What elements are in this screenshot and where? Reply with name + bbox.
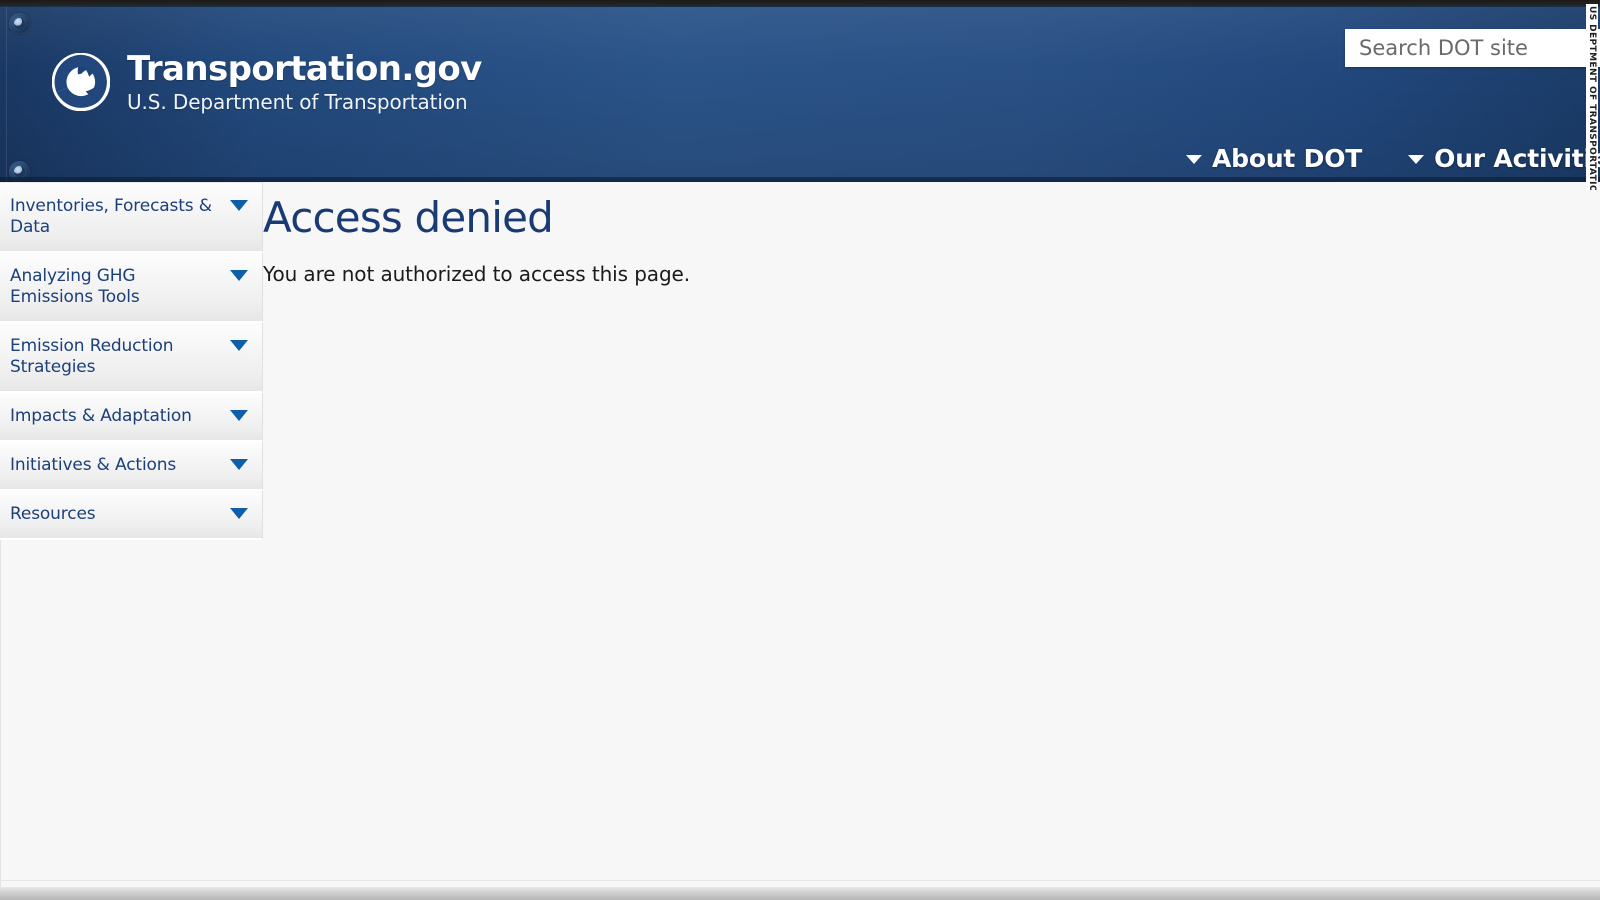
chevron-down-icon[interactable] bbox=[230, 410, 248, 421]
chevron-down-icon[interactable] bbox=[230, 459, 248, 470]
chevron-down-icon bbox=[1408, 155, 1425, 164]
brand-subtitle: U.S. Department of Transportation bbox=[127, 90, 468, 114]
sidebar-item-initiatives-actions[interactable]: Initiatives & Actions bbox=[0, 442, 263, 491]
sidebar-item-label: Impacts & Adaptation bbox=[10, 406, 192, 426]
chevron-down-icon[interactable] bbox=[230, 200, 248, 211]
sidebar-item-resources[interactable]: Resources bbox=[0, 491, 263, 540]
nav-item-our-activities-label: Our Activities bbox=[1434, 144, 1600, 173]
page-title: Access denied bbox=[263, 193, 554, 242]
sidebar-item-inventories-forecasts-data[interactable]: Inventories, Forecasts & Data bbox=[0, 182, 263, 253]
sidebar-item-label: Emission Reduction Strategies bbox=[10, 336, 174, 377]
page-root: Transportation.gov U.S. Department of Tr… bbox=[0, 0, 1600, 900]
nav-item-about-dot-label: About DOT bbox=[1212, 144, 1363, 173]
brand-text: Transportation.gov U.S. Department of Tr… bbox=[127, 50, 482, 114]
top-bezel bbox=[0, 0, 1600, 7]
search-box[interactable] bbox=[1345, 29, 1600, 67]
grommet-icon-top-left bbox=[9, 13, 30, 34]
sidebar-item-label: Analyzing GHG Emissions Tools bbox=[10, 266, 140, 307]
search-input[interactable] bbox=[1345, 29, 1600, 67]
banner-left-edge bbox=[6, 6, 7, 182]
sidebar-nav: Inventories, Forecasts & Data Analyzing … bbox=[0, 182, 263, 540]
dot-triskelion-seal-icon bbox=[52, 53, 110, 111]
nav-item-our-activities[interactable]: Our Activities bbox=[1408, 144, 1600, 173]
edge-watermark-text: US DEPTMENT OF TRANSPORTATION bbox=[1586, 4, 1598, 190]
sidebar-item-emission-reduction-strategies[interactable]: Emission Reduction Strategies bbox=[0, 323, 263, 393]
chevron-down-icon[interactable] bbox=[230, 270, 248, 281]
sidebar-item-analyzing-ghg-emissions-tools[interactable]: Analyzing GHG Emissions Tools bbox=[0, 253, 263, 323]
access-denied-message: You are not authorized to access this pa… bbox=[263, 262, 691, 286]
chevron-down-icon bbox=[1186, 155, 1202, 164]
bottom-bezel bbox=[0, 887, 1600, 900]
chevron-down-icon[interactable] bbox=[230, 508, 248, 519]
sidebar-item-label: Resources bbox=[10, 504, 96, 524]
main-content: Access denied You are not authorized to … bbox=[263, 182, 1600, 288]
grommet-icon-bottom-left bbox=[9, 161, 30, 182]
sidebar-item-label: Initiatives & Actions bbox=[10, 455, 177, 475]
edge-watermark: US DEPTMENT OF TRANSPORTATION bbox=[1586, 0, 1600, 190]
sidebar-item-label: Inventories, Forecasts & Data bbox=[10, 196, 212, 237]
site-logo-lockup[interactable]: Transportation.gov U.S. Department of Tr… bbox=[52, 50, 482, 114]
sidebar-item-impacts-adaptation[interactable]: Impacts & Adaptation bbox=[0, 393, 263, 442]
brand-title: Transportation.gov bbox=[127, 49, 482, 89]
chevron-down-icon[interactable] bbox=[230, 340, 248, 351]
nav-item-about-dot[interactable]: About DOT bbox=[1186, 144, 1362, 173]
content-bottom-rule bbox=[0, 880, 1600, 881]
primary-nav: About DOT Our Activities bbox=[1186, 144, 1600, 173]
